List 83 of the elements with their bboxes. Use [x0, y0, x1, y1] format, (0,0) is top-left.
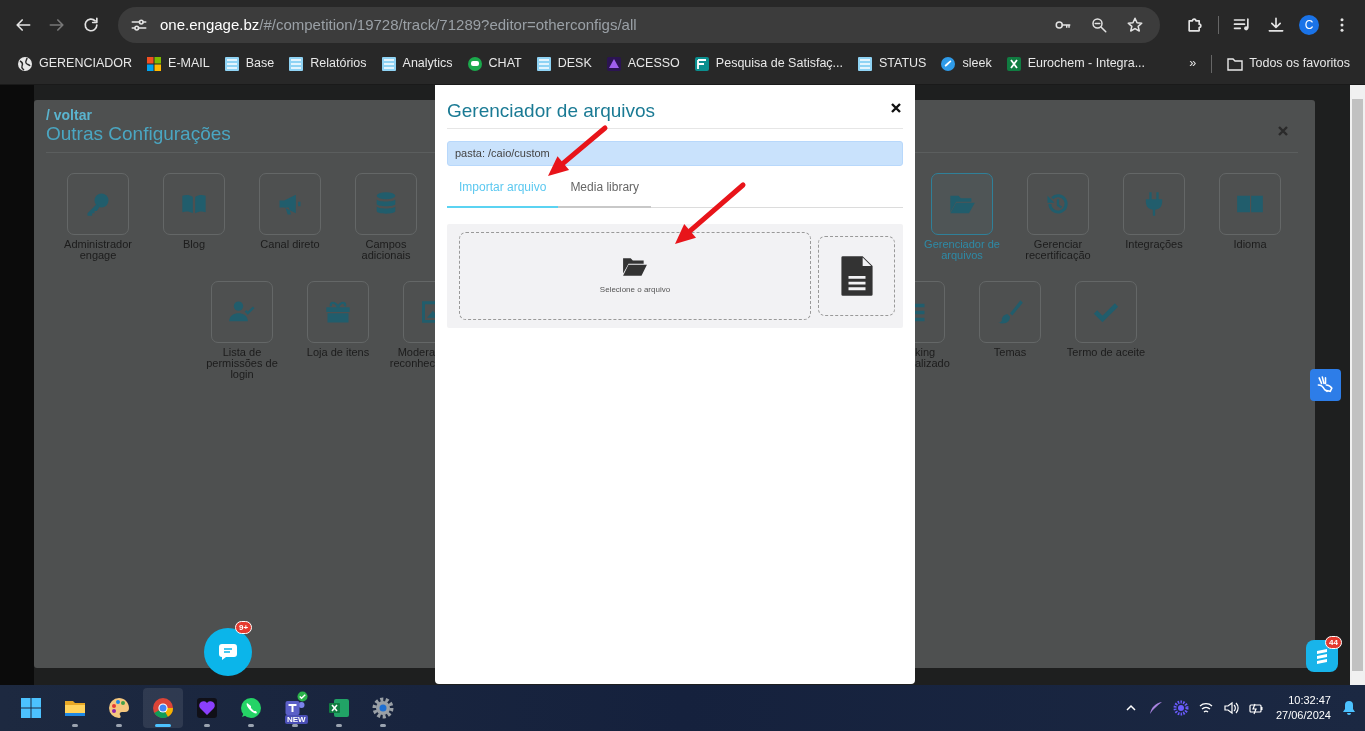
- close-button[interactable]: [889, 101, 903, 115]
- url-text: one.engage.bz/#/competition/19728/track/71289?editor=otherconfigs/all: [160, 14, 638, 35]
- settings-tile[interactable]: [259, 173, 321, 235]
- zoom-out-icon[interactable]: [1090, 16, 1108, 34]
- taskbar-app[interactable]: NEW: [275, 688, 315, 728]
- windows-logo-icon: [19, 696, 43, 720]
- folder-icon: [1227, 55, 1244, 72]
- settings-tile[interactable]: [67, 173, 129, 235]
- chat-bubble-icon: [466, 55, 483, 72]
- settings-tile[interactable]: [979, 281, 1041, 343]
- puzzle-icon[interactable]: [1185, 15, 1205, 35]
- settings-tile[interactable]: [1219, 173, 1281, 235]
- team-app-icon: [284, 700, 306, 716]
- bookmark[interactable]: GERENCIADOR: [10, 51, 140, 76]
- address-bar[interactable]: one.engage.bz/#/competition/19728/track/71289?editor=otherconfigs/all: [118, 7, 1160, 43]
- more-bookmarks-button[interactable]: »: [1182, 51, 1204, 76]
- notification-badge: 44: [1325, 636, 1342, 649]
- reload-icon: [81, 15, 101, 35]
- bookmark[interactable]: Pesquisa de Satisfaç...: [686, 51, 850, 76]
- gear-icon: [371, 696, 395, 720]
- all-bookmarks-link[interactable]: Todos os favoritos: [1220, 51, 1357, 76]
- scrollbar[interactable]: [1350, 85, 1365, 685]
- round-logo-icon: [940, 55, 957, 72]
- page-title: Outras Configurações: [46, 123, 231, 145]
- brush-icon: [996, 298, 1024, 326]
- settings-tile[interactable]: [211, 281, 273, 343]
- settings-tile[interactable]: [307, 281, 369, 343]
- globe-icon: [17, 55, 33, 72]
- spreadsheet-icon: [327, 696, 351, 720]
- taskbar-app[interactable]: [143, 688, 183, 728]
- triangle-logo-icon: [605, 55, 622, 72]
- four-squares-icon: [146, 55, 163, 72]
- stacked-bars-icon: [535, 55, 552, 72]
- stacked-bars-icon: [288, 55, 305, 72]
- bookmark[interactable]: Relatórios: [281, 51, 374, 76]
- phone-bubble-icon: [239, 696, 263, 720]
- folder-icon: [622, 256, 648, 278]
- settings-tile[interactable]: [355, 173, 417, 235]
- bookmark[interactable]: STATUS: [850, 51, 934, 76]
- spreadsheet-icon: [1005, 55, 1022, 72]
- chat-icon: [218, 643, 238, 661]
- stripes-logo-icon: [1314, 647, 1330, 665]
- bookmark[interactable]: E-MAIL: [139, 51, 217, 76]
- tile-label: Gerenciador de arquivos: [923, 239, 1001, 261]
- form-icon: [693, 55, 710, 72]
- bookmark[interactable]: Base: [216, 51, 282, 76]
- stacked-bars-icon: [857, 55, 873, 72]
- pointer-arrow: [675, 182, 746, 244]
- close-icon: [1278, 126, 1288, 136]
- profile-avatar[interactable]: C: [1299, 15, 1319, 35]
- accessibility-button[interactable]: [1310, 369, 1341, 401]
- settings-tile[interactable]: [1123, 173, 1185, 235]
- settings-tile[interactable]: [1075, 281, 1137, 343]
- volume-icon[interactable]: [1222, 700, 1239, 716]
- tune-icon: [130, 16, 148, 34]
- clock-date[interactable]: 27/06/2024: [1275, 708, 1331, 723]
- settings-tile[interactable]: [931, 173, 993, 235]
- help-widget-button[interactable]: [1306, 640, 1338, 672]
- settings-tile[interactable]: [163, 173, 225, 235]
- pointer-arrow: [548, 125, 608, 176]
- document-icon: [839, 254, 874, 298]
- browser-logo-icon: [151, 696, 175, 720]
- check-badge-icon: [297, 691, 308, 702]
- bookmark[interactable]: sleek: [933, 51, 999, 76]
- bookmark[interactable]: Analytics: [373, 51, 460, 76]
- clock-time[interactable]: 10:32:47: [1275, 693, 1331, 708]
- folder-path-notice: pasta: /caio/custom: [447, 141, 903, 166]
- stacked-bars-icon: [223, 55, 240, 72]
- settings-tile[interactable]: [1027, 173, 1089, 235]
- new-badge: NEW: [285, 715, 308, 724]
- dialog-title: Gerenciador de arquivos: [447, 99, 656, 123]
- close-icon: [891, 103, 901, 113]
- bookmark[interactable]: ACESSO: [598, 51, 687, 76]
- bookmark[interactable]: DESK: [528, 51, 599, 76]
- star-icon[interactable]: [1126, 16, 1144, 34]
- bookmark[interactable]: Eurochem - Integra...: [998, 51, 1153, 76]
- sunburst-icon[interactable]: [1172, 700, 1189, 716]
- palette-icon: [107, 696, 131, 720]
- bookmark[interactable]: CHAT: [459, 51, 529, 76]
- download-icon[interactable]: [1266, 15, 1286, 35]
- feather-icon[interactable]: [1147, 700, 1164, 716]
- bell-icon[interactable]: [1341, 700, 1357, 716]
- stacked-bars-icon: [380, 55, 397, 72]
